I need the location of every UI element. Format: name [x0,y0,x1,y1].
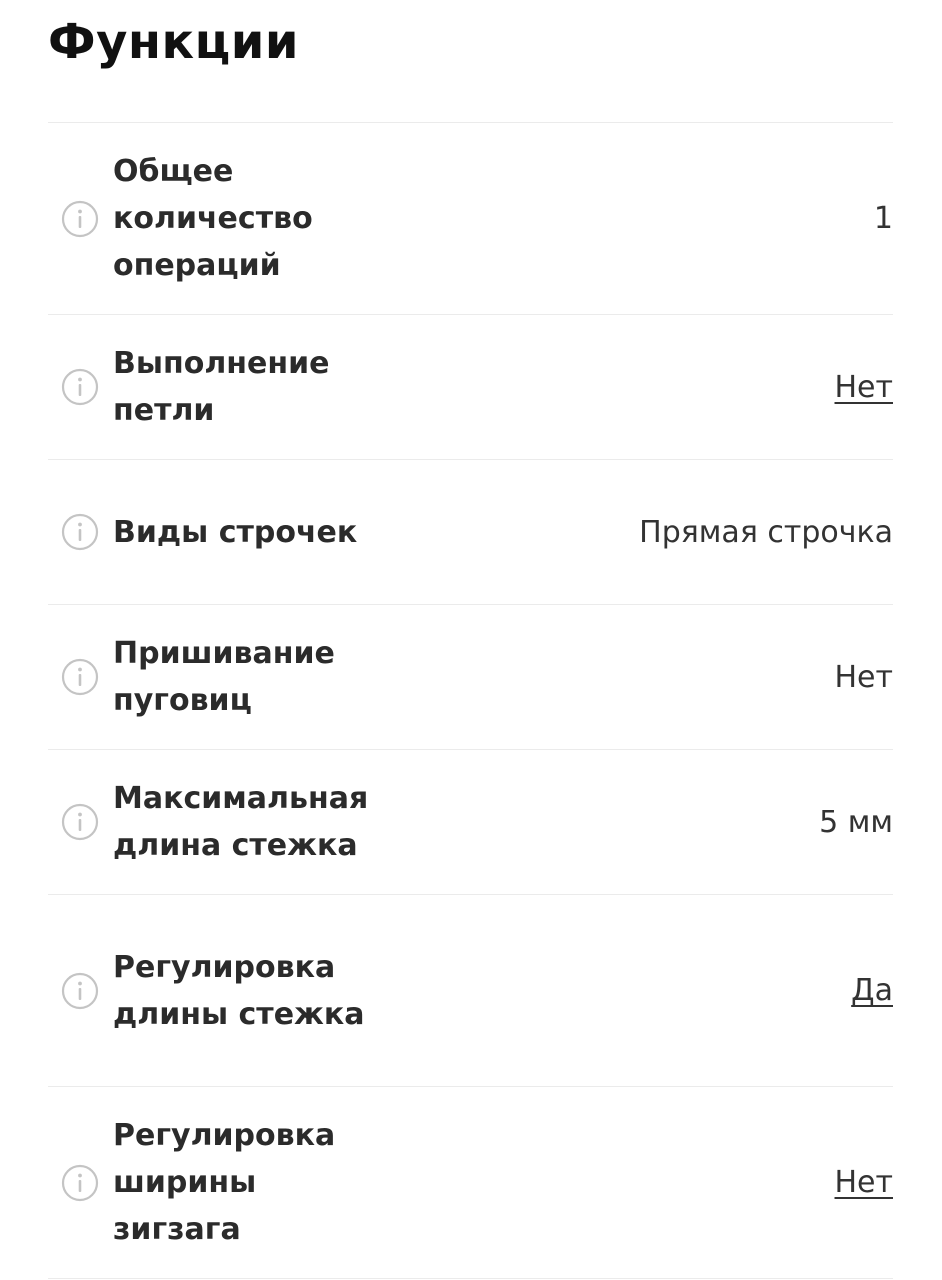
spec-row-stitch-types: Виды строчек Прямая строчка [48,460,893,605]
spec-label: Регулировка ширины зигзага [113,1118,336,1247]
spec-value-link[interactable]: Нет [383,364,894,411]
spec-value-link[interactable]: Нет [383,1159,894,1206]
spec-value-link[interactable]: Да [383,967,893,1014]
section-title: Функции [48,14,299,70]
info-icon[interactable] [61,658,99,696]
spec-value: 1 [873,201,893,236]
info-icon[interactable] [61,200,99,238]
spec-value: Прямая строчка [639,514,893,550]
info-icon[interactable] [61,1164,99,1202]
spec-row-zigzag-width-adjust: Регулировка ширины зигзага Нет [48,1087,893,1279]
spec-value: Нет [834,659,894,695]
spec-row-max-stitch-length: Максимальная длина стежка 5 мм [48,750,893,895]
spec-label: Выполнение петли [113,346,330,428]
spec-row-button-sewing: Пришивание пуговиц Нет [48,605,893,750]
spec-label: Общее количество операций [113,154,313,283]
spec-list: Общее количество операций 1 Выполнение п… [48,122,893,1279]
info-icon[interactable] [61,803,99,841]
spec-value: 5 мм [819,804,893,840]
spec-row-stitch-length-adjust: Регулировка длины стежка Да [48,895,893,1087]
spec-label: Регулировка длины стежка [113,949,365,1032]
spec-row-buttonhole: Выполнение петли Нет [48,315,893,460]
info-icon[interactable] [61,513,99,551]
spec-label: Виды строчек [113,514,358,550]
spec-label: Пришивание пуговиц [113,636,335,718]
info-icon[interactable] [61,368,99,406]
info-icon[interactable] [61,972,99,1010]
spec-label: Максимальная длина стежка [113,781,369,863]
spec-row-total-operations: Общее количество операций 1 [48,123,893,315]
